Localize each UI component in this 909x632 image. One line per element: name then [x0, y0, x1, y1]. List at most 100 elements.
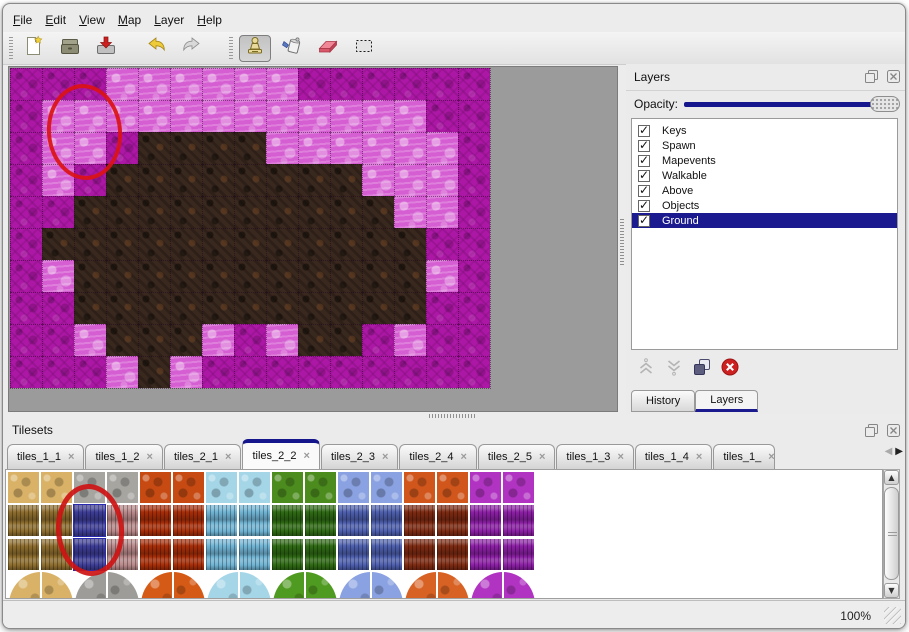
map-tile-magenta-ground[interactable]: [330, 68, 362, 100]
tab-close-icon[interactable]: ×: [768, 451, 774, 463]
tileset-tile-crystal[interactable]: [338, 472, 369, 503]
map-tile-dark-dirt[interactable]: [330, 292, 362, 324]
tileset-tab-tiles_1_4[interactable]: tiles_1_4×: [635, 444, 712, 469]
map-tile-magenta-ground[interactable]: [394, 356, 426, 388]
map-tile-pink-highlight[interactable]: [170, 100, 202, 132]
menu-item-edit[interactable]: Edit: [44, 11, 67, 29]
tileset-tile-ice[interactable]: [206, 472, 237, 503]
map-tile-pink-highlight[interactable]: [362, 164, 394, 196]
map-tile-dark-dirt[interactable]: [362, 292, 394, 324]
map-tile-dark-dirt[interactable]: [170, 260, 202, 292]
map-tile-magenta-ground[interactable]: [234, 324, 266, 356]
map-tile-dark-dirt[interactable]: [74, 196, 106, 228]
map-tile-dark-dirt[interactable]: [234, 132, 266, 164]
map-tile-pink-highlight[interactable]: [42, 100, 74, 132]
map-tile-pink-highlight[interactable]: [42, 260, 74, 292]
eraser-tool-button[interactable]: [313, 35, 343, 62]
tileset-tile-ember[interactable]: [404, 539, 435, 570]
map-tile-dark-dirt[interactable]: [106, 196, 138, 228]
map-tile-dark-dirt[interactable]: [362, 228, 394, 260]
map-tile-magenta-ground[interactable]: [298, 68, 330, 100]
map-tile-pink-highlight[interactable]: [202, 68, 234, 100]
tab-close-icon[interactable]: ×: [147, 451, 153, 463]
tileset-tab-tiles_2_2[interactable]: tiles_2_2×: [242, 439, 319, 469]
resize-grip-icon[interactable]: [884, 607, 901, 624]
tileset-tab-tiles_2_1[interactable]: tiles_2_1×: [164, 444, 241, 469]
tileset-tile-tan[interactable]: [8, 472, 39, 503]
layer-list[interactable]: ✓Keys✓Spawn✓Mapevents✓Walkable✓Above✓Obj…: [631, 118, 898, 350]
tileset-tile-tan[interactable]: [41, 505, 72, 536]
map-tile-magenta-ground[interactable]: [458, 292, 490, 324]
tileset-tile-moss[interactable]: [272, 505, 303, 536]
tileset-tile-tan[interactable]: [41, 539, 72, 570]
tileset-tile-stone[interactable]: [107, 505, 138, 536]
scrollbar-thumb[interactable]: [884, 487, 899, 580]
map-tile-pink-highlight[interactable]: [426, 164, 458, 196]
tileset-tile-violet[interactable]: [470, 472, 501, 503]
map-tile-pink-highlight[interactable]: [362, 132, 394, 164]
tab-scroll-right-icon[interactable]: ▶: [895, 446, 903, 457]
map-tile-dark-dirt[interactable]: [362, 260, 394, 292]
map-tile-pink-highlight[interactable]: [42, 132, 74, 164]
map-tile-magenta-ground[interactable]: [394, 68, 426, 100]
map-tile-pink-highlight[interactable]: [394, 164, 426, 196]
map-tile-pink-highlight[interactable]: [74, 132, 106, 164]
map-tile-pink-highlight[interactable]: [394, 100, 426, 132]
tab-close-icon[interactable]: ×: [696, 451, 702, 463]
map-tile-magenta-ground[interactable]: [74, 68, 106, 100]
tileset-tile-crystal[interactable]: [371, 539, 402, 570]
map-tile-magenta-ground[interactable]: [74, 356, 106, 388]
tileset-tile-ember[interactable]: [404, 505, 435, 536]
tileset-tile-ember[interactable]: [437, 472, 468, 503]
tileset-tile-lava[interactable]: [173, 472, 204, 503]
menu-item-help[interactable]: Help: [196, 11, 223, 29]
close-panel-icon[interactable]: [887, 424, 900, 442]
tileset-tile-lava[interactable]: [140, 539, 171, 570]
map-tile-dark-dirt[interactable]: [330, 324, 362, 356]
tab-close-icon[interactable]: ×: [539, 451, 545, 463]
map-tile-pink-highlight[interactable]: [362, 100, 394, 132]
map-tile-pink-highlight[interactable]: [298, 100, 330, 132]
tileset-blob-moss[interactable]: [273, 572, 337, 599]
tileset-tile-violet[interactable]: [503, 472, 534, 503]
map-tile-pink-highlight[interactable]: [394, 132, 426, 164]
map-canvas[interactable]: [8, 66, 618, 412]
map-tile-pink-highlight[interactable]: [106, 68, 138, 100]
tileset-tile-violet[interactable]: [503, 539, 534, 570]
map-tile-magenta-ground[interactable]: [458, 324, 490, 356]
select-tool-button[interactable]: [349, 35, 379, 62]
toolbar-drag-handle[interactable]: [9, 37, 13, 59]
map-tile-pink-highlight[interactable]: [138, 68, 170, 100]
scroll-down-icon[interactable]: ▼: [884, 583, 899, 598]
map-tile-magenta-ground[interactable]: [426, 324, 458, 356]
tab-scroll-left-icon[interactable]: ◀: [885, 446, 893, 457]
tileset-tile-stone[interactable]: [74, 472, 105, 503]
map-tile-dark-dirt[interactable]: [170, 292, 202, 324]
map-tile-pink-highlight[interactable]: [266, 68, 298, 100]
tileset-tile-crystal[interactable]: [338, 505, 369, 536]
map-tile-magenta-ground[interactable]: [458, 260, 490, 292]
map-tile-dark-dirt[interactable]: [170, 164, 202, 196]
map-tile-dark-dirt[interactable]: [170, 324, 202, 356]
map-tile-pink-highlight[interactable]: [202, 100, 234, 132]
tileset-blob-violet[interactable]: [471, 572, 535, 599]
map-tile-dark-dirt[interactable]: [234, 292, 266, 324]
undo-button[interactable]: [141, 35, 171, 62]
tileset-tile-ice[interactable]: [239, 539, 270, 570]
map-tile-dark-dirt[interactable]: [234, 228, 266, 260]
tileset-tile-tan[interactable]: [8, 539, 39, 570]
layer-row-walkable[interactable]: ✓Walkable: [632, 168, 897, 183]
map-tile-pink-highlight[interactable]: [202, 324, 234, 356]
map-tile-magenta-ground[interactable]: [298, 356, 330, 388]
map-tile-dark-dirt[interactable]: [362, 196, 394, 228]
map-tile-dark-dirt[interactable]: [266, 228, 298, 260]
panel-tab-history[interactable]: History: [631, 390, 695, 412]
raise-layer-button[interactable]: [635, 358, 657, 380]
layer-visibility-checkbox[interactable]: ✓: [638, 215, 650, 227]
map-tile-magenta-ground[interactable]: [10, 356, 42, 388]
map-tile-pink-highlight[interactable]: [106, 356, 138, 388]
map-tile-magenta-ground[interactable]: [426, 228, 458, 260]
tileset-tile-moss[interactable]: [305, 505, 336, 536]
tab-close-icon[interactable]: ×: [617, 451, 623, 463]
tileset-tile-ice[interactable]: [206, 505, 237, 536]
